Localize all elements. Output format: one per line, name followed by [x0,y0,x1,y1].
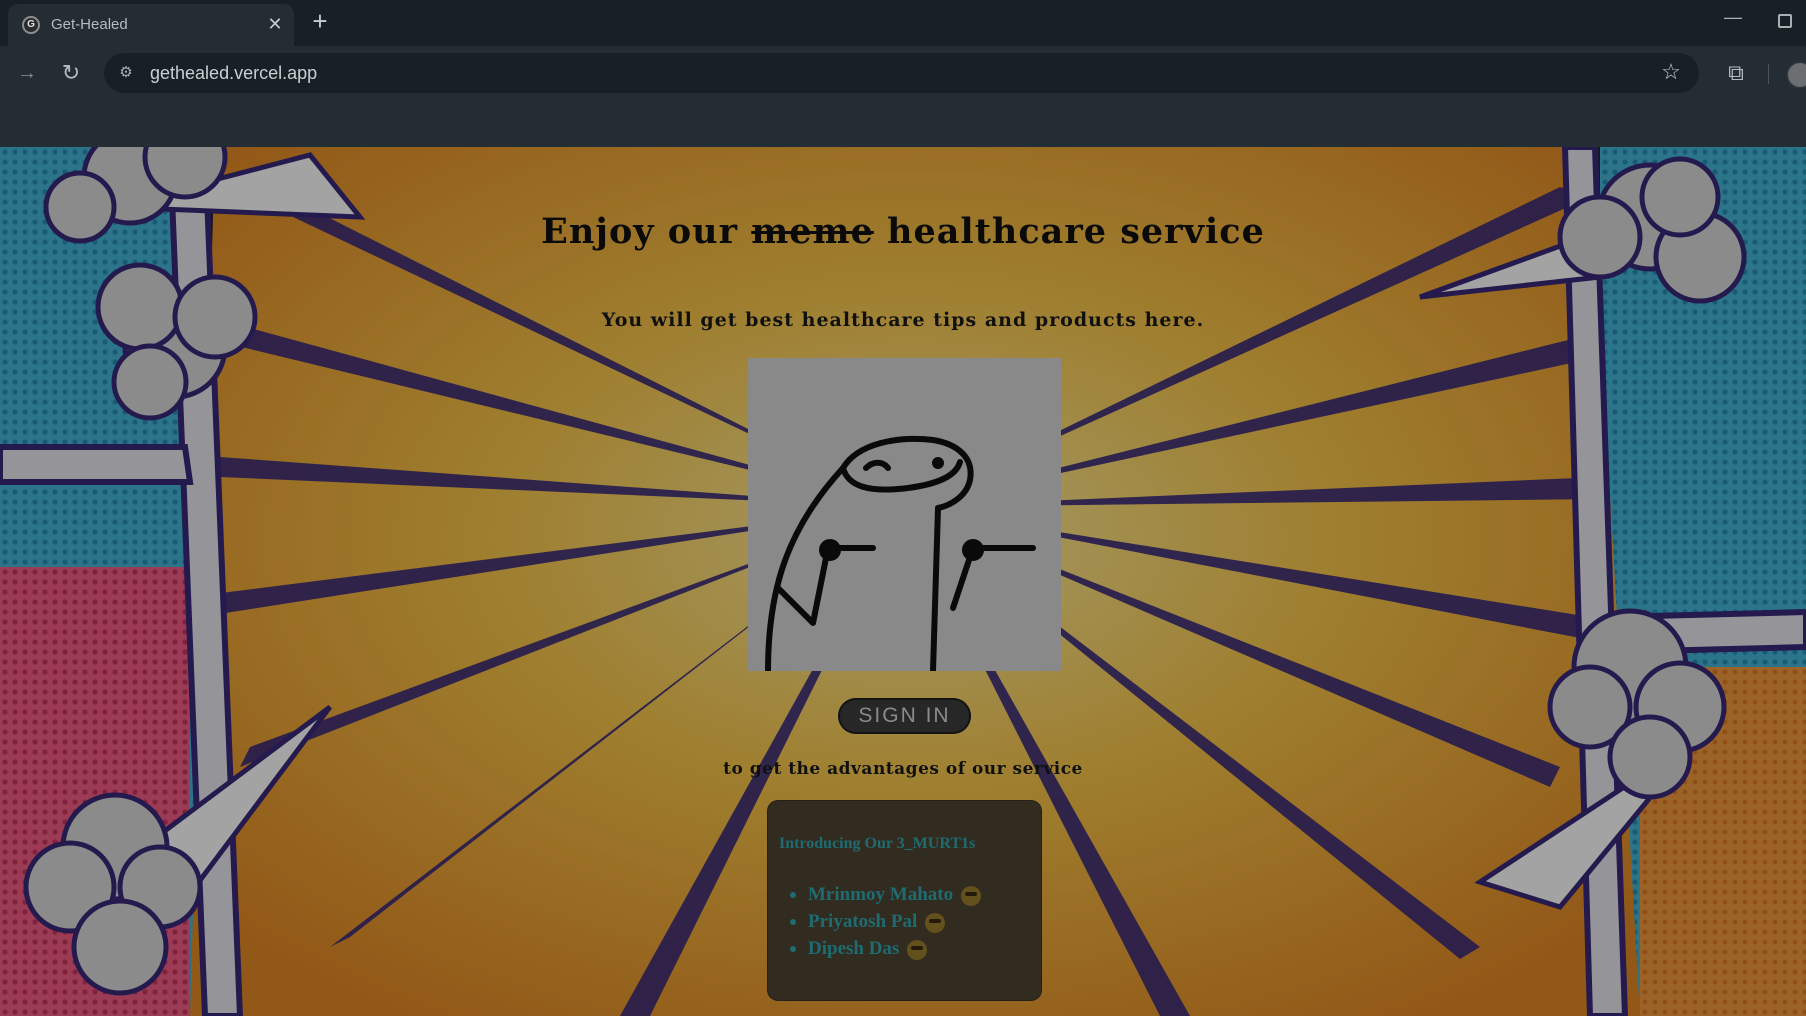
toolbar-divider [1768,64,1769,84]
forward-arrow-icon[interactable]: → [14,60,40,86]
list-item: Mrinmoy Mahato [789,881,982,908]
browser-tab[interactable]: G Get-Healed ✕ [8,4,294,46]
struck-word: meme [751,211,874,252]
tab-strip: G Get-Healed ✕ + — [0,0,1806,46]
address-bar[interactable]: ⚙ gethealed.vercel.app ☆ [104,53,1699,93]
team-card: Introducing Our 3_MURT1s Mrinmoy Mahato … [768,801,1041,1000]
maximize-button[interactable] [1778,14,1792,28]
puzzle-icon[interactable]: ⧉ [1722,59,1750,87]
url-text[interactable]: gethealed.vercel.app [150,63,317,84]
favicon-icon: G [22,16,40,34]
member-name: Dipesh Das [808,938,900,959]
sign-in-button[interactable]: SIGN IN [838,698,971,734]
tagline: You will get best healthcare tips and pr… [601,309,1205,331]
site-info-icon[interactable]: ⚙ [114,61,138,85]
member-name: Priyatosh Pal [808,911,918,932]
sign-in-subtext: to get the advantages of our service [723,759,1083,779]
browser-toolbar: → ↻ ⚙ gethealed.vercel.app ☆ ⧉ [0,46,1806,100]
grinning-face-icon [925,912,946,933]
page-title: Enjoy our meme healthcare service [0,211,1806,252]
tab-title: Get-Healed [51,16,128,33]
list-item: Priyatosh Pal [789,908,981,935]
member-name: Mrinmoy Mahato [808,884,954,905]
tab-close-button[interactable]: ✕ [264,13,286,35]
minimize-button[interactable]: — [1722,8,1744,30]
headline-start: Enjoy our [541,211,752,252]
star-icon[interactable]: ☆ [1659,60,1683,84]
bookmark-bar [0,100,1806,147]
list-item: Dipesh Das [789,935,981,962]
headline-end: healthcare service [873,211,1265,252]
main-content: Enjoy our meme healthcare service You wi… [0,147,1806,1016]
web-page: Enjoy our meme healthcare service You wi… [0,147,1806,1016]
avatar[interactable] [1786,61,1806,89]
sunglasses-face-icon [961,885,982,906]
new-tab-button[interactable]: + [306,8,334,36]
reload-icon[interactable]: ↻ [58,60,84,86]
meme-image [748,358,1061,671]
team-heading: Introducing Our 3_MURT1s [779,835,976,852]
smiling-face-icon [907,939,928,960]
team-list: Mrinmoy Mahato Priyatosh Pal Dipesh Das [789,881,982,962]
